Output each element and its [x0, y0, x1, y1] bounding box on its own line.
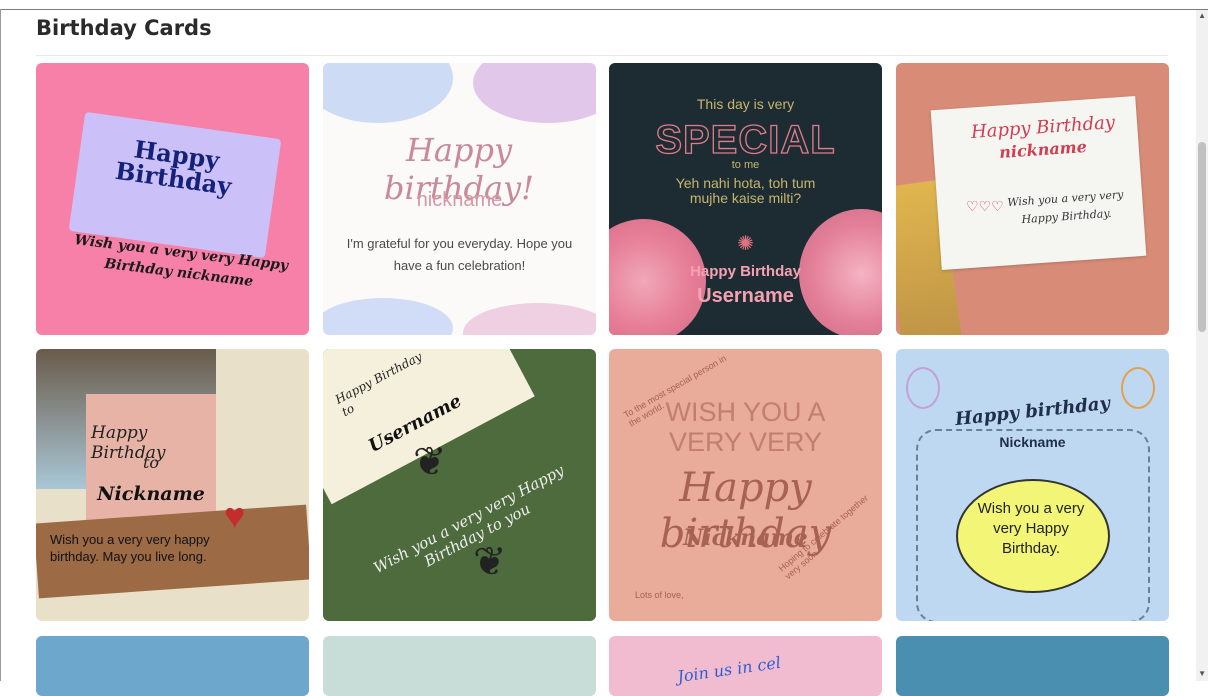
birthday-card-7[interactable]: To the most special person in the world.…	[609, 349, 882, 621]
floral-icon: ❦	[473, 540, 507, 584]
birthday-card-1[interactable]: Happy Birthday Wish you a very very Happ…	[36, 63, 309, 335]
birthday-card-2[interactable]: Happy birthday! nickname I'm grateful fo…	[323, 63, 596, 335]
card-message: Wish you a very very Happy Birthday.	[977, 500, 1085, 557]
hearts-icon: ♥	[224, 495, 246, 536]
watercolor-wash	[323, 298, 453, 335]
birthday-card-9[interactable]	[36, 636, 309, 696]
card-wish: WISH YOU A VERY VERY	[665, 397, 826, 457]
birthday-card-10[interactable]	[323, 636, 596, 696]
card-signoff: Lots of love,	[635, 590, 684, 600]
card-to: to	[142, 453, 160, 472]
card-quote: Yeh nahi hota, toh tum mujhe kaise milti…	[675, 175, 816, 206]
title-divider	[36, 55, 1168, 56]
scroll-down-arrow-icon[interactable]: ▼	[1198, 670, 1206, 678]
card-to-me: to me	[731, 159, 760, 171]
card-username: Username	[697, 285, 794, 307]
card-nickname: Nickname	[999, 434, 1066, 450]
birthday-card-3[interactable]: This day is very SPECIAL to me Yeh nahi …	[609, 63, 882, 335]
card-title: Join us in cel	[676, 652, 783, 687]
card-message: I'm grateful for you everyday. Hope you …	[346, 236, 573, 273]
card-nickname: Nickname	[97, 483, 205, 505]
window-left-border	[0, 9, 1, 681]
watercolor-wash	[323, 63, 453, 123]
balloon-icon	[906, 367, 940, 409]
birthday-card-5[interactable]: Happy Birthday to Nickname ♥ Wish you a …	[36, 349, 309, 621]
section-title: Birthday Cards	[36, 16, 212, 40]
watercolor-wash	[473, 63, 596, 123]
birthday-card-8[interactable]: Happy birthday Nickname Wish you a very …	[896, 349, 1169, 621]
birthday-card-11[interactable]: Join us in cel	[609, 636, 882, 696]
birthday-card-12[interactable]	[896, 636, 1169, 696]
card-message: Wish you a very very happy birthday. May…	[50, 532, 210, 564]
scrollbar-thumb[interactable]	[1198, 142, 1206, 332]
window-top-border	[0, 0, 1208, 10]
card-nickname: nickname	[416, 189, 503, 211]
card-line-1: This day is very	[696, 96, 795, 112]
watercolor-wash	[463, 303, 596, 335]
vertical-scrollbar[interactable]	[1196, 10, 1208, 681]
birthday-card-6[interactable]: Happy Birthday to Username ❦ ❦ Wish you …	[323, 349, 596, 621]
birthday-card-4[interactable]: Happy Birthday nickname ♡♡♡ Wish you a v…	[896, 63, 1169, 335]
card-special: SPECIAL	[655, 117, 836, 162]
floral-icon: ❦	[413, 440, 447, 484]
sparkle-icon: ✺	[737, 233, 754, 255]
card-title: Happy Birthday	[690, 263, 801, 280]
scroll-up-arrow-icon[interactable]: ▲	[1198, 12, 1206, 20]
